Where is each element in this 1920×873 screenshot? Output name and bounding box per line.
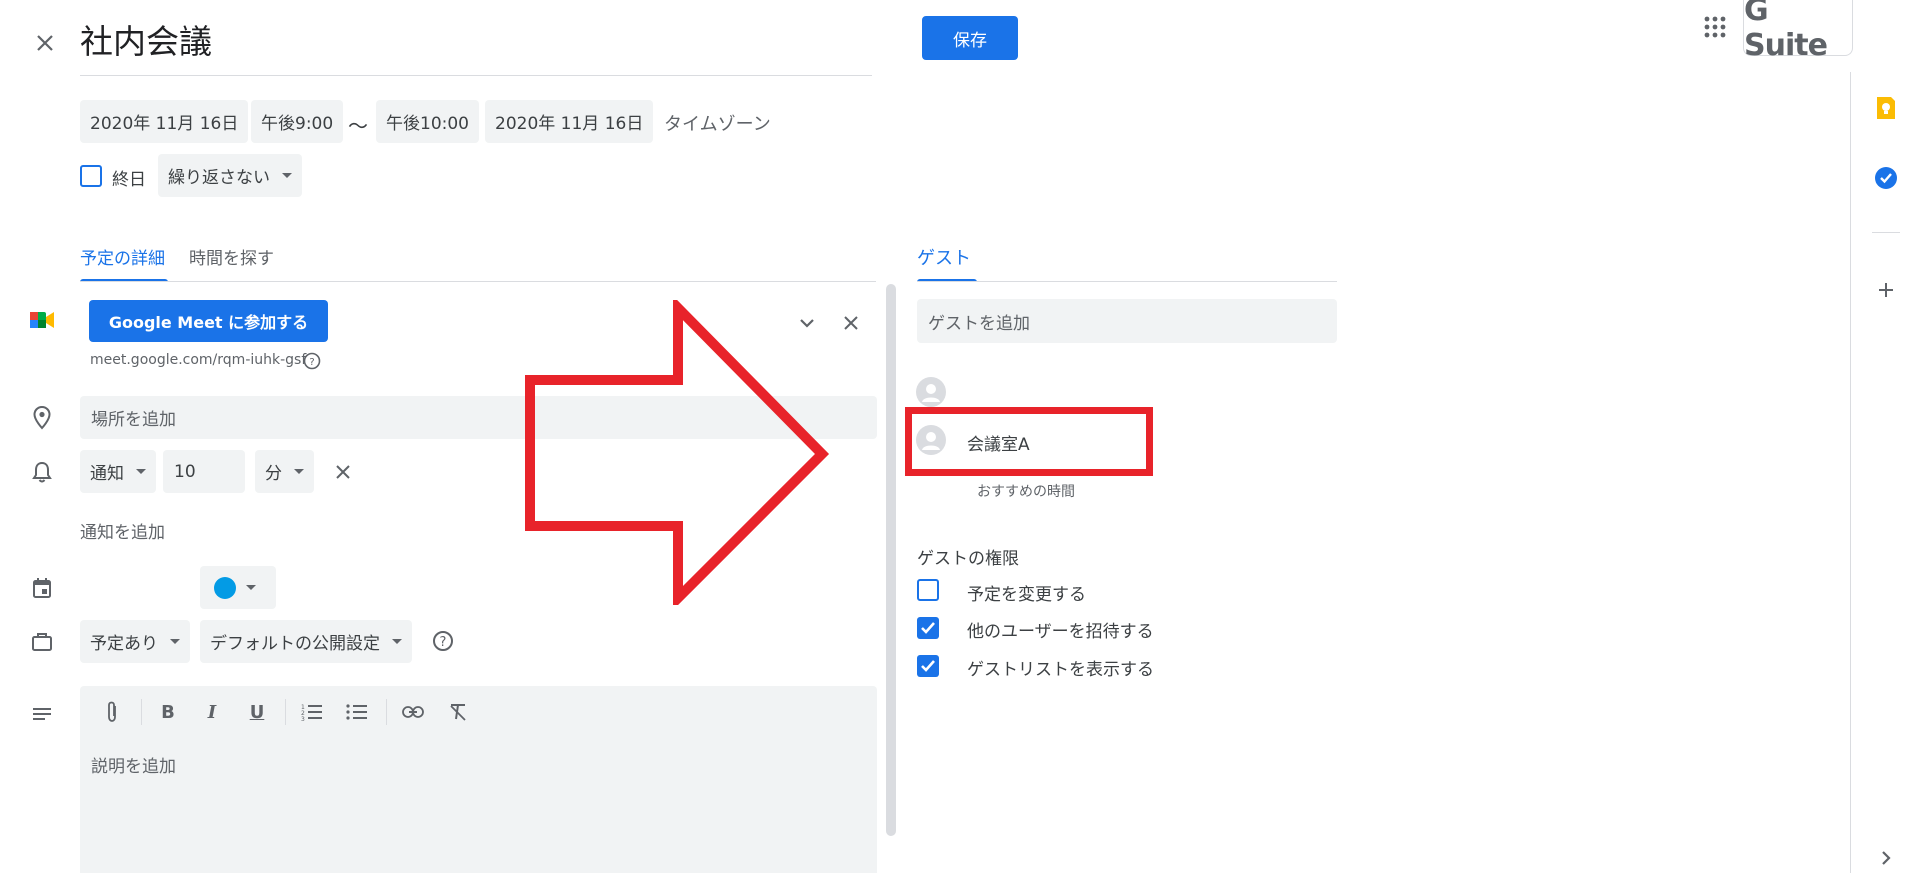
visibility-text: デフォルトの公開設定 <box>210 634 380 654</box>
permission-label-see-list: ゲストリストを表示する <box>967 660 1154 680</box>
tab-find-time[interactable]: 時間を探す <box>189 244 274 269</box>
svg-text:3: 3 <box>301 716 305 721</box>
permission-label-modify: 予定を変更する <box>967 585 1086 605</box>
repeat-dropdown[interactable]: 繰り返さない <box>158 154 302 197</box>
meet-link-text: meet.google.com/rqm-iuhk-gsf <box>90 352 307 368</box>
permission-checkbox-see-list[interactable] <box>917 655 939 677</box>
italic-icon[interactable]: I <box>194 694 230 730</box>
close-icon[interactable] <box>28 26 62 60</box>
notification-value-text: 10 <box>174 461 196 482</box>
description-placeholder: 説明を追加 <box>91 757 176 777</box>
side-panel-divider <box>1872 232 1900 233</box>
notification-unit-text: 分 <box>265 464 282 484</box>
guest-avatar <box>916 377 946 407</box>
description-icon <box>28 700 56 728</box>
clear-formatting-icon[interactable] <box>440 694 476 730</box>
tab-guests[interactable]: ゲスト <box>917 244 977 282</box>
event-title-input[interactable]: 社内会議 <box>80 16 872 76</box>
join-google-meet-button[interactable]: Google Meet に参加する <box>89 300 328 342</box>
link-icon[interactable] <box>395 694 431 730</box>
suggested-times-link[interactable]: おすすめの時間 <box>977 481 1075 501</box>
notification-value-input[interactable]: 10 <box>163 450 245 493</box>
join-google-meet-label: Google Meet に参加する <box>108 313 309 332</box>
notification-unit-dropdown[interactable]: 分 <box>255 450 314 493</box>
gsuite-logo: G Suite <box>1743 0 1853 63</box>
availability-dropdown[interactable]: 予定あり <box>80 620 190 663</box>
svg-text:?: ? <box>309 357 314 368</box>
permission-checkbox-modify[interactable] <box>917 579 939 601</box>
bulleted-list-icon[interactable] <box>339 694 375 730</box>
numbered-list-icon[interactable]: 123 <box>294 694 330 730</box>
end-date-text: 2020年 11月 16日 <box>495 114 644 134</box>
header-mask <box>1853 0 1920 56</box>
start-date-text: 2020年 11月 16日 <box>90 114 239 134</box>
tab-event-details[interactable]: 予定の詳細 <box>80 244 168 282</box>
start-time-chip[interactable]: 午後9:00 <box>251 100 344 143</box>
room-highlight-box <box>905 407 1153 476</box>
toolbar-separator <box>285 699 286 725</box>
add-notification-link[interactable]: 通知を追加 <box>80 518 165 543</box>
toolbar-separator <box>386 699 387 725</box>
add-guests-input[interactable]: ゲストを追加 <box>917 299 1337 343</box>
calendar-icon <box>28 574 56 602</box>
start-time-text: 午後9:00 <box>261 114 334 134</box>
notification-type-text: 通知 <box>90 464 124 484</box>
end-time-chip[interactable]: 午後10:00 <box>376 100 479 143</box>
chevron-right-icon[interactable] <box>1874 846 1898 870</box>
save-button-label: 保存 <box>953 30 987 51</box>
remove-notification-close-icon[interactable] <box>330 459 356 485</box>
event-color-caret-icon <box>246 585 256 590</box>
event-title-text: 社内会議 <box>80 22 212 61</box>
tabs-divider <box>80 281 876 282</box>
tab-guests-label: ゲスト <box>917 248 971 269</box>
permission-checkbox-invite[interactable] <box>917 617 939 639</box>
timezone-link[interactable]: タイムゾーン <box>664 110 771 136</box>
description-editor[interactable]: B I U 123 説明を追加 <box>80 686 877 873</box>
briefcase-icon <box>28 628 56 656</box>
toolbar-separator <box>141 699 142 725</box>
permission-label-invite: 他のユーザーを招待する <box>967 622 1154 642</box>
add-addon-plus-icon[interactable] <box>1872 276 1900 304</box>
end-time-text: 午後10:00 <box>386 114 469 134</box>
add-guests-placeholder: ゲストを追加 <box>928 313 1030 334</box>
underline-icon[interactable]: U <box>239 694 275 730</box>
location-placeholder: 場所を追加 <box>91 410 176 430</box>
visibility-help-icon[interactable]: ? <box>430 628 456 654</box>
tasks-icon[interactable] <box>1870 162 1902 194</box>
visibility-dropdown[interactable]: デフォルトの公開設定 <box>200 620 412 663</box>
bold-icon[interactable]: B <box>150 694 186 730</box>
attachment-icon[interactable] <box>94 694 130 730</box>
svg-text:?: ? <box>440 635 447 650</box>
guest-permissions-title: ゲストの権限 <box>917 549 1019 569</box>
remove-meet-close-icon[interactable] <box>838 310 864 336</box>
start-date-chip[interactable]: 2020年 11月 16日 <box>80 100 249 143</box>
apps-grid-icon[interactable] <box>1700 12 1730 42</box>
end-date-chip[interactable]: 2020年 11月 16日 <box>485 100 654 143</box>
repeat-dropdown-text: 繰り返さない <box>168 168 270 188</box>
all-day-label: 終日 <box>112 170 146 190</box>
bell-icon <box>28 458 56 486</box>
event-color-dot <box>214 576 236 599</box>
save-button[interactable]: 保存 <box>922 16 1018 60</box>
time-separator: 〜 <box>348 114 368 138</box>
event-color-dropdown[interactable] <box>200 566 276 609</box>
help-icon[interactable]: ? <box>302 351 322 371</box>
keep-icon[interactable] <box>1870 92 1902 124</box>
details-scrollbar[interactable] <box>886 284 896 836</box>
all-day-checkbox[interactable] <box>80 165 102 187</box>
location-pin-icon <box>28 404 56 432</box>
google-meet-icon <box>28 306 56 334</box>
availability-text: 予定あり <box>90 634 158 654</box>
annotation-arrow <box>525 300 830 605</box>
guests-tabs-divider <box>917 281 1337 282</box>
tab-event-details-label: 予定の詳細 <box>80 249 165 269</box>
notification-type-dropdown[interactable]: 通知 <box>80 450 156 493</box>
gsuite-logo-text: G Suite <box>1744 0 1828 63</box>
